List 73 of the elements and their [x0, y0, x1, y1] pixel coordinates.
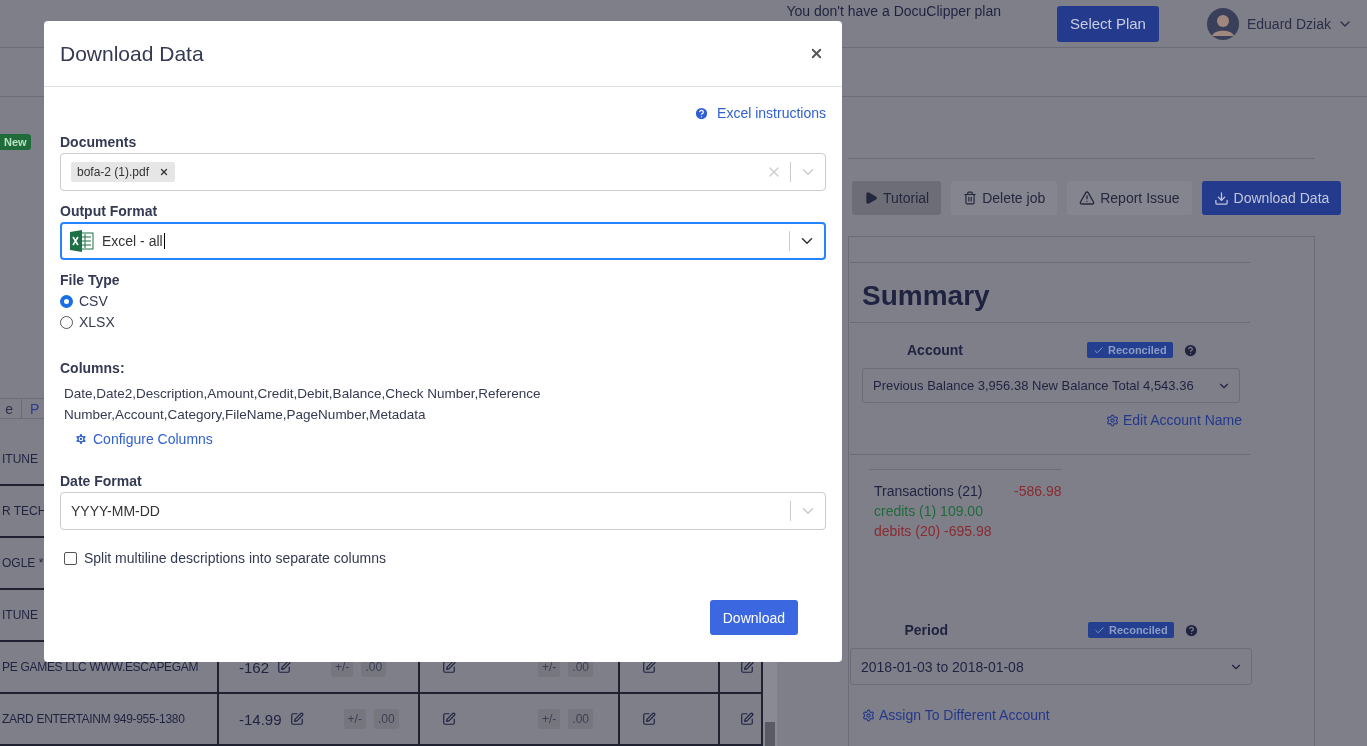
avatar[interactable] [1206, 7, 1239, 40]
period-select[interactable]: 2018-01-03 to 2018-01-08 [850, 648, 1252, 685]
date-format-label: Date Format [60, 473, 143, 489]
download-icon [1213, 190, 1229, 206]
debits-total: debits (20) -695.98 [874, 523, 993, 539]
checkbox[interactable] [64, 551, 77, 565]
play-icon [864, 191, 878, 205]
download-button[interactable]: Download [709, 600, 798, 635]
new-badge: New [0, 134, 31, 150]
plan-notice: You don't have a DocuClipper plan [786, 3, 1002, 19]
select-plan-button[interactable]: Select Plan [1057, 5, 1159, 42]
description-cell: ITUNE [2, 452, 38, 466]
trash-icon [963, 191, 978, 205]
file-type-label: File Type [60, 272, 121, 288]
summary-title: Summary [862, 280, 991, 312]
file-type-option[interactable]: XLSX [60, 314, 826, 330]
user-name[interactable]: Eduard Dziak [1246, 15, 1331, 32]
cents-chip: .00 [568, 709, 594, 729]
credits-total: credits (1) 109.00 [874, 503, 984, 519]
tutorial-button[interactable]: Tutorial [852, 181, 942, 215]
radio-button[interactable] [60, 294, 73, 308]
description-cell: ZARD ENTERTAINM 949-955-1380 [2, 712, 185, 726]
help-icon [694, 105, 710, 121]
edit-account-link[interactable]: Edit Account Name [1105, 412, 1242, 428]
edit-icon[interactable] [740, 660, 754, 674]
amount-cell: -14.99 [239, 710, 282, 728]
period-label: Period [903, 622, 948, 638]
account-select[interactable]: Previous Balance 3,956.38 New Balance Total 4,543.36 [862, 368, 1240, 403]
split-checkbox-label[interactable]: Split multiline descriptions into separate columns [64, 550, 826, 566]
file-type-option[interactable]: CSV [60, 293, 826, 309]
report-button[interactable]: Report Issue [1067, 181, 1192, 215]
output-format-label: Output Format [60, 203, 159, 219]
output-format-value: Excel - all [102, 233, 165, 249]
adjust-chip[interactable]: +/- [538, 709, 561, 729]
assign-account-link[interactable]: Assign To Different Account [862, 707, 1050, 723]
output-format-select[interactable]: Excel - all [60, 222, 826, 260]
description-cell: OGLE * [2, 556, 44, 570]
description-cell: PE GAMES LLC WWW.ESCAPEGAM [2, 660, 199, 674]
date-format-select[interactable]: YYYY-MM-DD [60, 492, 826, 530]
account-label: Account [906, 342, 963, 358]
date-format-value: YYYY-MM-DD [71, 503, 160, 519]
transactions-count: Transactions (21) [874, 483, 984, 499]
reconciled-badge: Reconciled [1087, 342, 1173, 358]
description-cell: ITUNE [2, 608, 38, 622]
warning-icon [1079, 190, 1096, 206]
documents-select[interactable]: bofa-2 (1).pdf [60, 153, 826, 191]
remove-icon[interactable] [159, 167, 170, 177]
adjust-chip[interactable]: +/- [343, 709, 366, 729]
columns-label: Columns: [60, 360, 126, 376]
help-icon[interactable] [1182, 342, 1198, 358]
gear-icon [862, 708, 875, 722]
transactions-total: -586.98 [1014, 483, 1063, 499]
edit-icon[interactable] [277, 660, 292, 674]
spreadsheet-icon [70, 230, 94, 252]
documents-label: Documents [60, 134, 138, 150]
configure-columns-link[interactable]: Configure Columns [74, 431, 213, 447]
gear-icon [74, 432, 88, 446]
excel-instructions-link[interactable]: Excel instructions [694, 105, 826, 121]
edit-icon[interactable] [642, 660, 656, 674]
download-button[interactable]: Download Data [1201, 181, 1342, 215]
help-icon[interactable] [1183, 622, 1199, 638]
close-icon [809, 46, 824, 61]
tab[interactable]: e [0, 399, 22, 418]
delete-button[interactable]: Delete job [951, 181, 1058, 215]
radio-button[interactable] [60, 315, 73, 329]
document-tag: bofa-2 (1).pdf [71, 162, 176, 182]
dialog-title: Download Data [60, 41, 204, 66]
amount-cell: -162 [239, 658, 270, 676]
cents-chip: .00 [373, 709, 399, 729]
edit-icon[interactable] [442, 660, 456, 674]
gear-icon [1105, 413, 1119, 427]
reconciled-badge: Reconciled [1088, 622, 1174, 638]
columns-list: Date,Date2,Description,Amount,Credit,Debit,Balance,Check Number,Reference Number,Account,Category,FileName,PageNumber,Metadata [64, 383, 564, 425]
